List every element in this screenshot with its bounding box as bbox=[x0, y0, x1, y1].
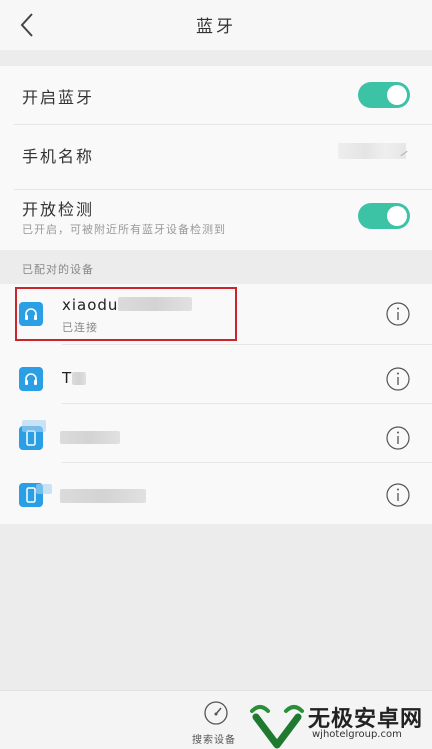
discoverable-switch[interactable] bbox=[358, 203, 410, 229]
device-info-button[interactable] bbox=[386, 483, 410, 507]
bluetooth-toggle-row[interactable]: 开启蓝牙 bbox=[0, 66, 432, 124]
bluetooth-switch[interactable] bbox=[358, 82, 410, 108]
redacted-icon-blur bbox=[36, 484, 52, 494]
info-icon bbox=[386, 367, 410, 391]
info-icon bbox=[386, 302, 410, 326]
phone-name-value-blurred[interactable] bbox=[338, 143, 406, 159]
device-name: T bbox=[62, 369, 73, 387]
device-info-button[interactable] bbox=[386, 302, 410, 326]
device-row[interactable]: T bbox=[0, 345, 432, 403]
discoverable-description: 已开启，可被附近所有蓝牙设备检测到 bbox=[22, 223, 226, 236]
switch-knob bbox=[387, 206, 407, 226]
redacted-icon-blur bbox=[22, 420, 46, 432]
connected-device-highlight bbox=[15, 287, 237, 341]
headphones-icon bbox=[19, 367, 43, 391]
watermark-logo-icon bbox=[250, 705, 304, 749]
bluetooth-label: 开启蓝牙 bbox=[22, 88, 95, 107]
bluetooth-settings-screen: 蓝牙 开启蓝牙 手机名称 开放检测 已开启，可被附近所有蓝牙设备检测到 已配对的… bbox=[0, 0, 432, 749]
switch-knob bbox=[387, 85, 407, 105]
device-info-button[interactable] bbox=[386, 367, 410, 391]
info-icon bbox=[386, 426, 410, 450]
scan-devices-button[interactable] bbox=[203, 700, 229, 726]
paired-devices-title: 已配对的设备 bbox=[22, 263, 94, 276]
scan-devices-label: 搜索设备 bbox=[192, 735, 236, 746]
watermark: 无极安卓网 wjhotelgroup.com bbox=[246, 697, 430, 749]
top-bar: 蓝牙 bbox=[0, 0, 432, 50]
redacted-name-blur bbox=[60, 489, 146, 503]
redacted-name-blur bbox=[60, 431, 120, 444]
info-icon bbox=[386, 483, 410, 507]
redacted-name-blur bbox=[72, 372, 86, 385]
page-title: 蓝牙 bbox=[196, 17, 236, 37]
discoverable-row[interactable]: 开放检测 已开启，可被附近所有蓝牙设备检测到 bbox=[0, 190, 432, 250]
phone-name-label: 手机名称 bbox=[22, 147, 95, 166]
scan-gauge-icon bbox=[204, 701, 228, 725]
watermark-url: wjhotelgroup.com bbox=[312, 729, 402, 740]
device-info-button[interactable] bbox=[386, 426, 410, 450]
discoverable-label: 开放检测 bbox=[22, 200, 95, 219]
